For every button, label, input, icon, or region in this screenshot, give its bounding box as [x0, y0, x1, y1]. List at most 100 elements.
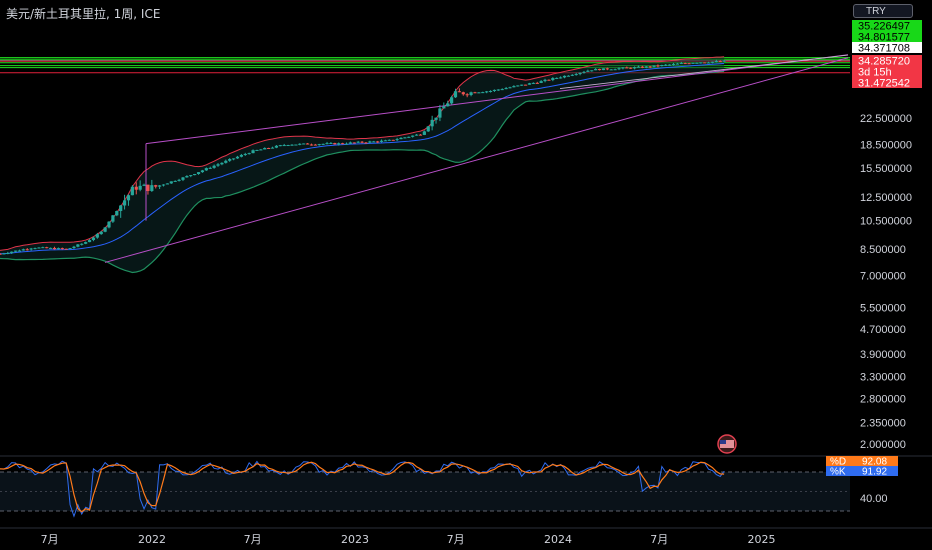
candle-body — [274, 145, 279, 148]
currency-button[interactable]: TRY — [853, 4, 913, 18]
candle-body — [126, 195, 131, 201]
candle-body — [601, 68, 606, 71]
candle-body — [294, 144, 298, 146]
candle — [302, 143, 306, 145]
candle-body — [56, 248, 60, 250]
candle — [391, 139, 395, 141]
candle-body — [33, 248, 37, 250]
candle-body — [181, 177, 185, 180]
candle-body — [629, 67, 633, 69]
time-tick-label: 2023 — [341, 533, 369, 546]
candle-body — [356, 141, 360, 143]
flag-canton — [720, 440, 726, 444]
candle-body — [372, 141, 376, 143]
candle-body — [325, 143, 329, 145]
candle-body — [438, 108, 442, 118]
price-label-text: 34.371708 — [858, 43, 910, 55]
candle-body — [224, 160, 228, 163]
candle-body — [706, 62, 711, 64]
candle-body — [461, 92, 465, 95]
time-tick-label: 2025 — [748, 533, 776, 546]
candle-body — [500, 89, 504, 91]
symbol-title[interactable]: 美元/新土耳其里拉, 1周, ICE — [6, 5, 160, 22]
candle-body — [586, 70, 590, 72]
price-tick-label: 22.500000 — [860, 113, 912, 125]
candle-body — [6, 252, 10, 254]
candle-body — [687, 63, 691, 65]
candle-body — [286, 145, 290, 147]
bollinger-fill — [0, 56, 725, 273]
candle-body — [267, 147, 271, 149]
candle-body — [329, 143, 333, 145]
candle-body — [379, 140, 384, 142]
candle-body — [613, 69, 617, 71]
candle — [601, 68, 606, 71]
candle-body — [344, 143, 349, 145]
candle-body — [243, 153, 247, 155]
candle-body — [722, 60, 726, 62]
price-tick-label: 10.500000 — [860, 216, 912, 228]
chart-canvas[interactable]: 22.500000 18.500000 15.500000 12.500000 10.5… — [0, 0, 932, 550]
candle-body — [488, 90, 493, 92]
candle-body — [582, 71, 586, 73]
candle-body — [317, 144, 321, 146]
candle-body — [138, 185, 142, 190]
candle-body — [146, 184, 150, 191]
candle-body — [305, 143, 310, 145]
candle-body — [387, 139, 391, 141]
candle-body — [313, 144, 317, 146]
candle-body — [710, 61, 715, 63]
candle-body — [208, 167, 212, 169]
time-tick-label: 2022 — [138, 533, 166, 546]
price-tick-label: 5.500000 — [860, 303, 906, 315]
candle-body — [103, 227, 107, 232]
price-tick-label: 12.500000 — [860, 192, 912, 204]
candle-body — [621, 67, 625, 69]
candle-body — [675, 63, 680, 65]
candle-body — [418, 134, 423, 136]
candle-body — [352, 142, 356, 144]
candle-body — [216, 164, 220, 166]
candle-body — [64, 248, 68, 250]
candle-body — [414, 134, 419, 136]
candle — [403, 137, 407, 139]
price-tick-label: 15.500000 — [860, 163, 912, 175]
candle-body — [68, 248, 72, 250]
candle-body — [173, 180, 177, 182]
candle-body — [535, 82, 539, 84]
candle-body — [578, 72, 582, 75]
candle-body — [679, 63, 683, 65]
stoch-tick-label: 40.00 — [860, 493, 888, 505]
candle-body — [469, 92, 473, 96]
candle — [64, 248, 68, 250]
candle-body — [547, 79, 551, 81]
candle-body — [531, 82, 535, 84]
candle-body — [368, 141, 372, 143]
candle-body — [150, 185, 154, 191]
candle — [103, 227, 107, 233]
candle-body — [520, 84, 524, 86]
candle-body — [290, 144, 294, 146]
candle-body — [695, 62, 699, 64]
candle-body — [434, 117, 438, 120]
candle-body — [609, 69, 613, 71]
candle-body — [239, 154, 243, 157]
price-tick-label: 2.000000 — [860, 439, 906, 451]
candle-body — [714, 61, 718, 63]
candle — [294, 144, 298, 146]
candle-body — [364, 142, 368, 144]
candle-body — [282, 145, 286, 147]
stoch-label-value: 91.92 — [862, 467, 887, 478]
price-tick-label: 3.300000 — [860, 372, 906, 384]
candle-body — [566, 75, 570, 77]
candle-body — [656, 65, 660, 67]
candle-body — [231, 158, 236, 160]
candle-body — [161, 184, 166, 186]
price-tick-label: 4.700000 — [860, 324, 906, 336]
candle — [703, 62, 707, 64]
candle-body — [263, 147, 267, 150]
candle-body — [72, 246, 76, 249]
candle-body — [119, 205, 123, 212]
candle-body — [21, 249, 25, 251]
candle-body — [251, 150, 255, 154]
